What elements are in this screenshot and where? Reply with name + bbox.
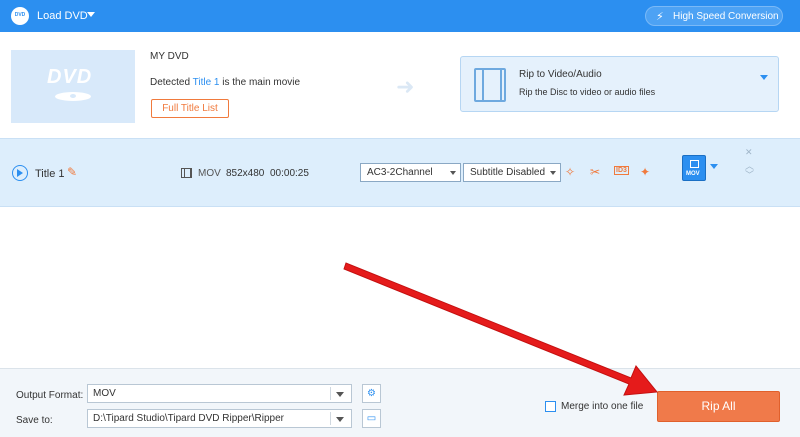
- enhance-icon[interactable]: ✦: [640, 165, 650, 179]
- chevron-down-icon: [336, 392, 344, 397]
- source-format: MOV: [198, 168, 221, 179]
- dvd-thumbnail-text: DVD: [47, 66, 93, 88]
- detected-main-movie-text: Detected Title 1 is the main movie: [150, 77, 300, 88]
- dvd-logo-icon[interactable]: DVD: [11, 7, 29, 25]
- close-icon[interactable]: ✕: [745, 147, 753, 158]
- save-to-value: D:\Tipard Studio\Tipard DVD Ripper\Rippe…: [93, 413, 285, 424]
- video-format-icon: [181, 168, 192, 178]
- image-icon: [690, 160, 699, 168]
- load-dvd-button[interactable]: Load DVD: [37, 10, 88, 22]
- dvd-thumbnail: DVD: [11, 50, 135, 123]
- open-folder-icon[interactable]: ▭: [362, 409, 381, 428]
- chevron-down-icon: [550, 171, 556, 175]
- rip-mode-dropdown-icon[interactable]: [760, 75, 768, 80]
- output-format-badge: MOV: [686, 171, 700, 177]
- rip-all-button[interactable]: Rip All: [657, 391, 780, 422]
- audio-track-value: AC3-2Channel: [367, 167, 433, 178]
- full-title-list-button[interactable]: Full Title List: [151, 99, 229, 118]
- output-format-label: Output Format:: [16, 390, 84, 401]
- output-settings-gear-icon[interactable]: ⚙: [362, 384, 381, 403]
- chevron-down-icon: [450, 171, 456, 175]
- flow-arrow-icon: ➜: [396, 74, 415, 99]
- subtitle-value: Subtitle Disabled: [470, 167, 546, 178]
- title-row: Title 1 ✎ MOV 852x480 00:00:25 AC3-2Chan…: [0, 138, 800, 207]
- rip-mode-selector[interactable]: Rip to Video/Audio Rip the Disc to video…: [460, 56, 779, 112]
- save-to-label: Save to:: [16, 415, 53, 426]
- scissors-cut-icon[interactable]: ✂: [590, 165, 600, 179]
- edit-pencil-icon[interactable]: ✎: [67, 165, 77, 179]
- bottom-bar: Output Format: MOV ⚙ Save to: D:\Tipard …: [0, 368, 800, 437]
- disc-icon: [55, 92, 91, 101]
- save-to-select[interactable]: D:\Tipard Studio\Tipard DVD Ripper\Rippe…: [87, 409, 352, 428]
- high-speed-conversion-label: High Speed Conversion: [673, 11, 779, 22]
- merge-checkbox[interactable]: [545, 401, 556, 412]
- film-strip-icon: [474, 68, 506, 102]
- chevron-down-icon: [336, 417, 344, 422]
- id3-tag-icon[interactable]: ID3: [614, 166, 629, 175]
- output-format-icon[interactable]: MOV: [682, 155, 706, 181]
- effects-star-icon[interactable]: ✧: [565, 165, 575, 179]
- top-toolbar: DVD Load DVD ⚡ High Speed Conversion: [0, 0, 800, 32]
- detected-title-link[interactable]: Title 1: [193, 77, 220, 88]
- title-name: Title 1: [35, 168, 65, 180]
- source-resolution: 852x480: [226, 168, 265, 179]
- play-icon[interactable]: [12, 165, 28, 181]
- output-format-dropdown-icon[interactable]: [710, 164, 718, 169]
- dvd-name: MY DVD: [150, 51, 189, 62]
- detected-prefix: Detected: [150, 77, 193, 88]
- rip-mode-subtitle: Rip the Disc to video or audio files: [519, 87, 656, 97]
- rip-mode-title: Rip to Video/Audio: [519, 69, 602, 80]
- output-format-select[interactable]: MOV: [87, 384, 352, 403]
- chevron-down-icon[interactable]: ﹀: [745, 168, 754, 181]
- audio-track-select[interactable]: AC3-2Channel: [360, 163, 461, 182]
- source-duration: 00:00:25: [270, 168, 309, 179]
- select-divider: [330, 412, 331, 425]
- select-divider: [330, 387, 331, 400]
- output-format-value: MOV: [93, 388, 116, 399]
- merge-label: Merge into one file: [561, 401, 644, 412]
- subtitle-select[interactable]: Subtitle Disabled: [463, 163, 561, 182]
- detected-suffix: is the main movie: [219, 77, 301, 88]
- high-speed-conversion-button[interactable]: ⚡ High Speed Conversion: [645, 6, 783, 26]
- lightning-icon: ⚡: [656, 11, 664, 23]
- logo-text: DVD: [14, 12, 26, 18]
- load-dvd-dropdown-icon[interactable]: [87, 12, 95, 17]
